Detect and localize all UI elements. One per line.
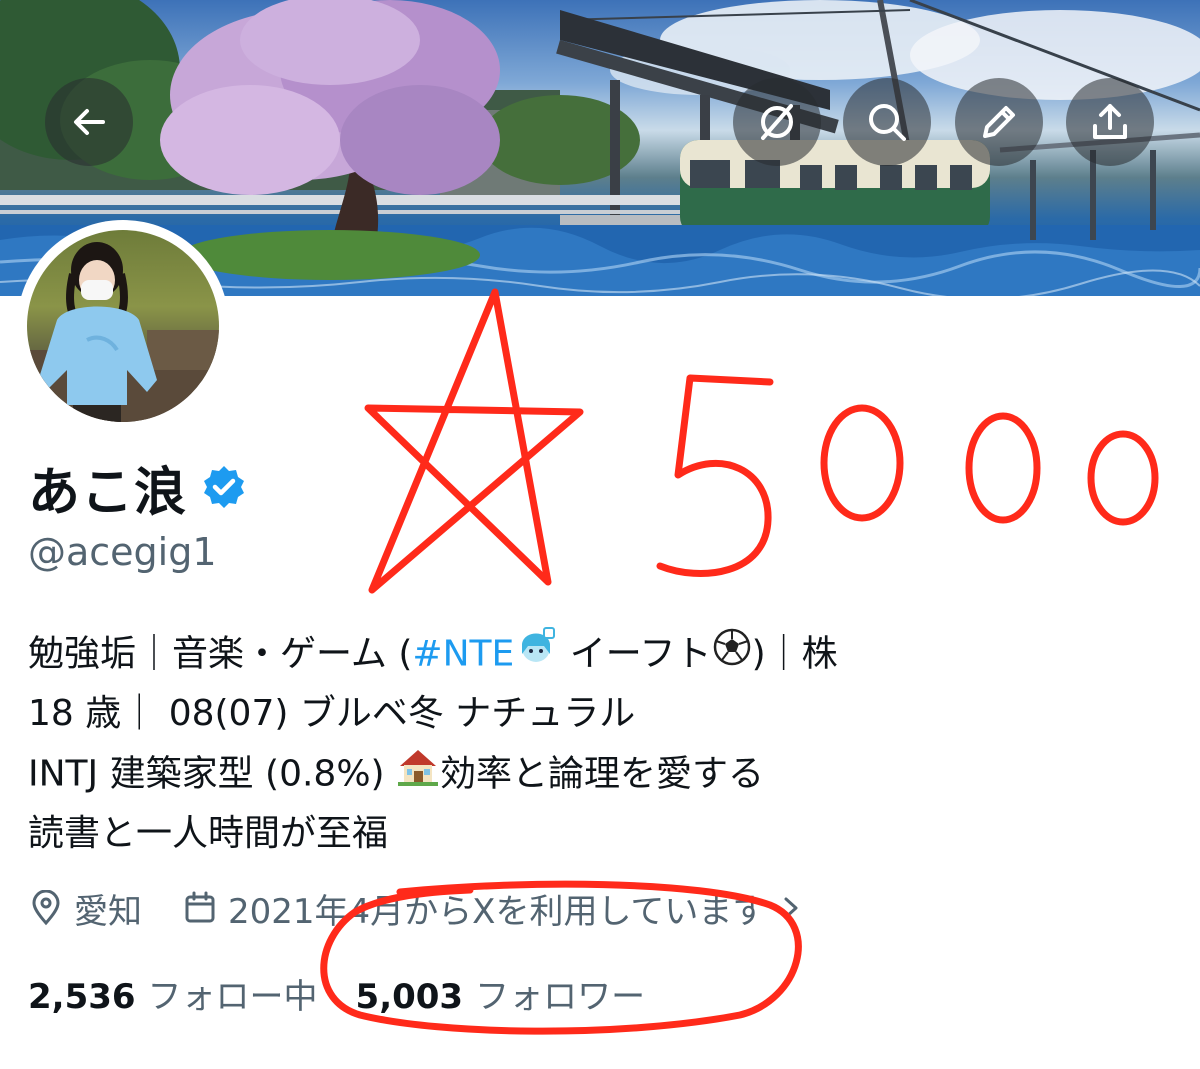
nte-character-icon — [514, 624, 558, 687]
profile-meta: 愛知 2021年4月からXを利用しています — [28, 880, 816, 936]
avatar[interactable] — [17, 220, 229, 432]
bio-line-3: INTJ 建築家型 (0.8%) 効率と論理を愛する — [28, 744, 1188, 804]
chevron-right-icon — [784, 897, 798, 919]
bio-text: )｜株 — [751, 633, 838, 675]
pencil-icon — [983, 106, 1015, 138]
bio: 勉強垢｜音楽・ゲーム (#NTE イーフト )｜株 18 歳｜ 08(07) ブ… — [28, 624, 1188, 864]
join-date[interactable]: 2021年4月からXを利用しています — [182, 884, 816, 933]
bio-line-4: 読書と一人時間が至福 — [28, 813, 389, 854]
display-name-row: あこ浪 — [28, 452, 247, 523]
arrow-left-icon — [74, 109, 105, 135]
soccer-ball-icon — [712, 626, 752, 686]
location: 愛知 — [28, 884, 142, 933]
hashtag-link[interactable]: #NTE — [412, 634, 514, 675]
search-button[interactable] — [843, 78, 931, 166]
bio-text: INTJ 建築家型 (0.8%) — [28, 753, 397, 795]
handwritten-digit-zero — [820, 404, 904, 522]
edit-button[interactable] — [955, 78, 1043, 166]
back-button[interactable] — [45, 78, 133, 166]
join-date-text: 2021年4月からXを利用しています — [228, 891, 767, 932]
bio-text: 効率と論理を愛する — [440, 753, 765, 795]
handwritten-digit-zero — [965, 412, 1041, 524]
mute-icon — [761, 104, 793, 140]
location-pin-icon — [32, 890, 60, 926]
handle: @acegig1 — [28, 530, 217, 574]
search-icon — [869, 104, 906, 141]
following-label: フォロー中 — [147, 976, 318, 1017]
location-text: 愛知 — [74, 891, 142, 932]
handwritten-digit-five — [656, 374, 774, 578]
avatar-photo — [27, 230, 219, 422]
bio-line-1: 勉強垢｜音楽・ゲーム (#NTE イーフト )｜株 — [28, 624, 1188, 684]
share-button[interactable] — [1066, 78, 1154, 166]
house-icon — [396, 744, 440, 807]
mute-button[interactable] — [733, 78, 821, 166]
share-icon — [1093, 104, 1127, 139]
followers-link[interactable]: 5,003 フォロワー — [356, 969, 646, 1018]
followers-label: フォロワー — [475, 976, 646, 1017]
verified-badge-icon — [201, 464, 247, 510]
bio-text: イーフト — [558, 633, 712, 675]
following-count: 2,536 — [28, 976, 136, 1017]
following-link[interactable]: 2,536 フォロー中 — [28, 969, 318, 1018]
follow-stats: 2,536 フォロー中 5,003 フォロワー — [28, 965, 645, 1021]
followers-count: 5,003 — [355, 976, 464, 1017]
handwritten-star-icon — [364, 288, 584, 594]
avatar-illustration — [27, 242, 219, 422]
bio-text: 勉強垢｜音楽・ゲーム ( — [28, 633, 413, 675]
handwritten-digit-zero — [1087, 430, 1159, 526]
display-name: あこ浪 — [28, 462, 188, 523]
calendar-icon — [185, 891, 215, 923]
bio-line-2: 18 歳｜ 08(07) ブルベ冬 ナチュラル — [28, 693, 636, 734]
